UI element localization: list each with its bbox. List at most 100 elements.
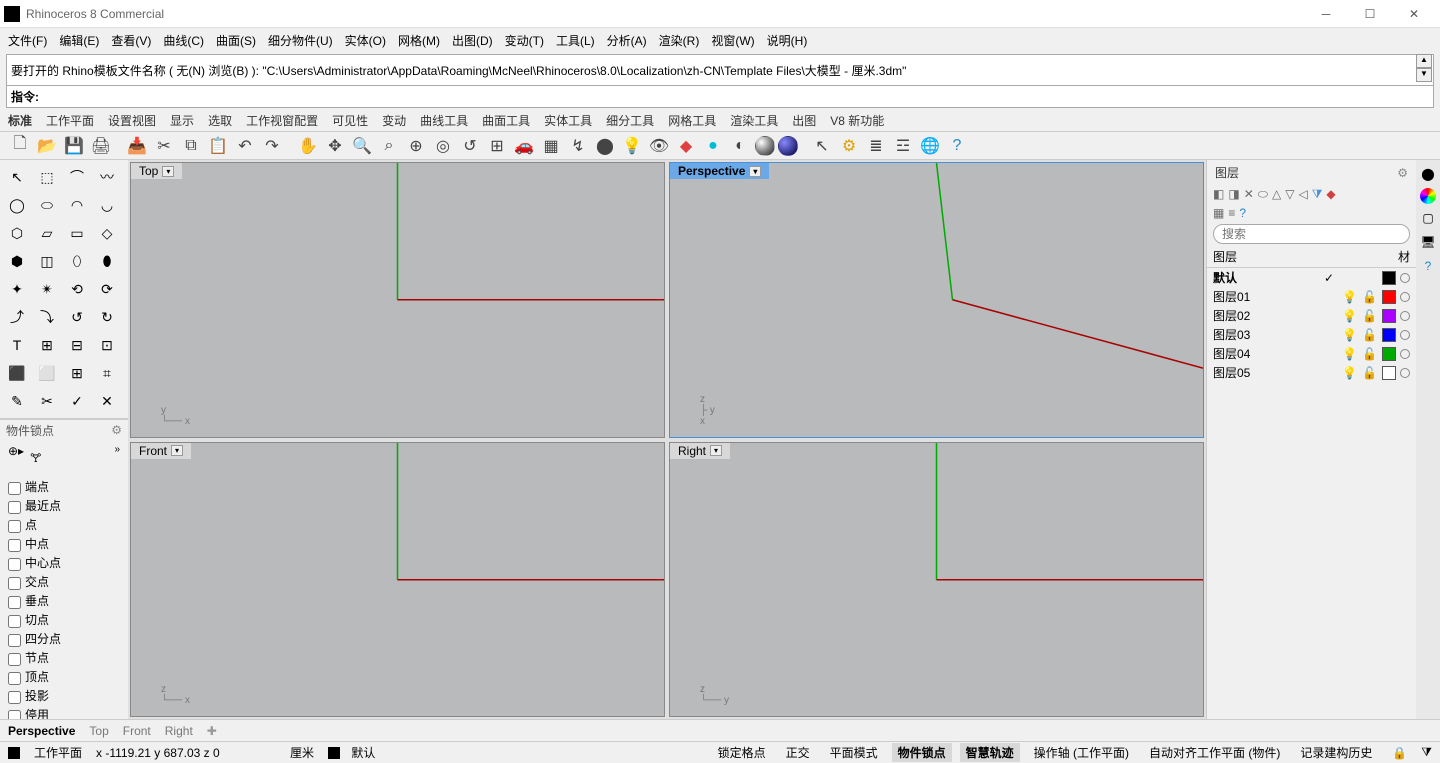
toolbar-tab[interactable]: 可见性 — [332, 112, 368, 129]
status-toggle[interactable]: 物件锁点 — [892, 743, 952, 762]
osnap-item[interactable]: 中点 — [8, 534, 120, 553]
list-view-icon[interactable]: ≡ — [1228, 206, 1235, 220]
status-toggle[interactable]: 操作轴 (工作平面) — [1028, 743, 1135, 762]
tool-icon[interactable]: ✎ — [4, 388, 30, 414]
tool-icon[interactable]: ↺ — [64, 304, 90, 330]
help-tab-icon[interactable]: ? — [1418, 256, 1438, 276]
minimize-button[interactable]: ─ — [1304, 0, 1348, 28]
undo-view-icon[interactable]: ↺ — [458, 134, 482, 158]
osnap-item[interactable]: 停用 — [8, 705, 120, 719]
paste-icon[interactable]: 📋 — [206, 134, 230, 158]
tool-icon[interactable]: ⬛ — [4, 360, 30, 386]
help-icon[interactable]: ? — [945, 134, 969, 158]
osnap-item[interactable]: 最近点 — [8, 496, 120, 515]
render-tab-icon[interactable] — [1420, 188, 1436, 204]
menu-item[interactable]: 细分物件(U) — [268, 32, 333, 49]
render-sphere-icon[interactable] — [755, 136, 775, 156]
status-cplane[interactable]: 工作平面 — [34, 744, 82, 761]
menu-item[interactable]: 文件(F) — [8, 32, 47, 49]
move-up-icon[interactable]: △ — [1272, 187, 1281, 202]
record-icon[interactable] — [8, 747, 20, 759]
osnap-item[interactable]: 垂点 — [8, 591, 120, 610]
toolbar-tab[interactable]: 细分工具 — [606, 112, 654, 129]
copy-icon[interactable]: ⧉ — [179, 134, 203, 158]
layer-cyan-icon[interactable]: ● — [701, 134, 725, 158]
status-toggle[interactable]: 记录建构历史 — [1294, 743, 1378, 762]
menu-item[interactable]: 曲线(C) — [163, 32, 204, 49]
status-toggle[interactable]: 锁定格点 — [712, 743, 772, 762]
toolbar-tab[interactable]: 出图 — [792, 112, 816, 129]
tool-icon[interactable]: ⬜ — [34, 360, 60, 386]
viewport-right[interactable]: Right▾ z└── y — [669, 442, 1204, 718]
layers-icon[interactable]: ≣ — [864, 134, 888, 158]
viewport-top[interactable]: Top▾ y└── x — [130, 162, 665, 438]
delete-layer-icon[interactable]: ✕ — [1244, 187, 1254, 202]
status-layer[interactable]: 默认 — [328, 744, 375, 761]
pan-icon[interactable]: ✋ — [296, 134, 320, 158]
zoom-selected-icon[interactable]: ◎ — [431, 134, 455, 158]
view-tab[interactable]: Perspective — [8, 724, 75, 738]
view-tab[interactable]: Front — [123, 724, 151, 738]
tool-icon[interactable]: ⬮ — [94, 248, 120, 274]
osnap-item[interactable]: 切点 — [8, 610, 120, 629]
osnap-item[interactable]: 节点 — [8, 648, 120, 667]
zoom-window-icon[interactable]: ⌕ — [377, 134, 401, 158]
menu-item[interactable]: 视窗(W) — [711, 32, 754, 49]
menu-item[interactable]: 实体(O) — [345, 32, 386, 49]
menu-item[interactable]: 工具(L) — [556, 32, 595, 49]
set-cplane-icon[interactable]: ▦ — [539, 134, 563, 158]
osnap-item[interactable]: 交点 — [8, 572, 120, 591]
toolbar-tab[interactable]: 标准 — [8, 112, 32, 129]
new-file-icon[interactable]: 🗋 — [8, 134, 32, 158]
tool-icon[interactable]: ✂ — [34, 388, 60, 414]
zoom-extents-icon[interactable]: ⊕ — [404, 134, 428, 158]
tool-icon[interactable]: ◫ — [34, 248, 60, 274]
chevron-down-icon[interactable]: ▾ — [171, 445, 183, 456]
filter-icon[interactable]: ⧩ — [1312, 187, 1323, 202]
osnap-item[interactable]: 端点 — [8, 477, 120, 496]
menu-item[interactable]: 渲染(R) — [659, 32, 700, 49]
save-file-icon[interactable]: 💾 — [62, 134, 86, 158]
tool-icon[interactable]: ▭ — [64, 220, 90, 246]
layer-row[interactable]: 图层02💡🔓 — [1207, 306, 1416, 325]
new-layer-icon[interactable]: ◧ — [1213, 187, 1224, 202]
layers-panel-header[interactable]: 图层 ⚙ — [1207, 160, 1416, 185]
named-view-icon[interactable]: 🚗 — [512, 134, 536, 158]
tool-icon[interactable]: ⌒ — [64, 164, 90, 190]
rotate-view-icon[interactable]: ✥ — [323, 134, 347, 158]
tool-icon[interactable]: ⤵ — [34, 304, 60, 330]
tool-icon[interactable]: ◡ — [94, 192, 120, 218]
tool-icon[interactable]: ⊞ — [34, 332, 60, 358]
close-button[interactable]: ✕ — [1392, 0, 1436, 28]
shade-icon[interactable]: ◐ — [728, 134, 752, 158]
tool-icon[interactable]: ⊡ — [94, 332, 120, 358]
viewport-front[interactable]: Front▾ z└── x — [130, 442, 665, 718]
layer-color-icon[interactable]: ◆ — [1326, 187, 1335, 202]
tool-icon[interactable]: ⬡ — [4, 220, 30, 246]
command-line[interactable]: 指令: — [6, 86, 1434, 108]
menu-item[interactable]: 变动(T) — [505, 32, 544, 49]
tool-icon[interactable]: T — [4, 332, 30, 358]
cplane-origin-icon[interactable]: ↯ — [566, 134, 590, 158]
render-sphere2-icon[interactable] — [778, 136, 798, 156]
layer-row[interactable]: 默认✓ — [1207, 268, 1416, 287]
view-tab[interactable]: Top — [89, 724, 108, 738]
gear-icon[interactable]: ⚙ — [1397, 166, 1408, 180]
tool-icon[interactable]: ⊞ — [64, 360, 90, 386]
tool-icon[interactable]: ⬢ — [4, 248, 30, 274]
new-sublayer-icon[interactable]: ◨ — [1228, 187, 1239, 202]
toolbar-tab[interactable]: 变动 — [382, 112, 406, 129]
toolbar-tab[interactable]: 曲线工具 — [420, 112, 468, 129]
history-scroll[interactable]: ▲▼ — [1416, 54, 1432, 82]
menu-item[interactable]: 曲面(S) — [216, 32, 256, 49]
layer-red-icon[interactable]: ◆ — [674, 134, 698, 158]
tool-icon[interactable]: ◠ — [64, 192, 90, 218]
tool-icon[interactable]: ⤴ — [4, 304, 30, 330]
zoom-in-icon[interactable]: 🔍 — [350, 134, 374, 158]
layer-row[interactable]: 图层05💡🔓 — [1207, 363, 1416, 382]
status-toggle[interactable]: 智慧轨迹 — [960, 743, 1020, 762]
layer-help-icon[interactable]: ? — [1239, 206, 1246, 220]
undo-icon[interactable]: ↶ — [233, 134, 257, 158]
select-icon[interactable]: ↖ — [810, 134, 834, 158]
collapse-icon[interactable]: ◁ — [1298, 187, 1307, 202]
